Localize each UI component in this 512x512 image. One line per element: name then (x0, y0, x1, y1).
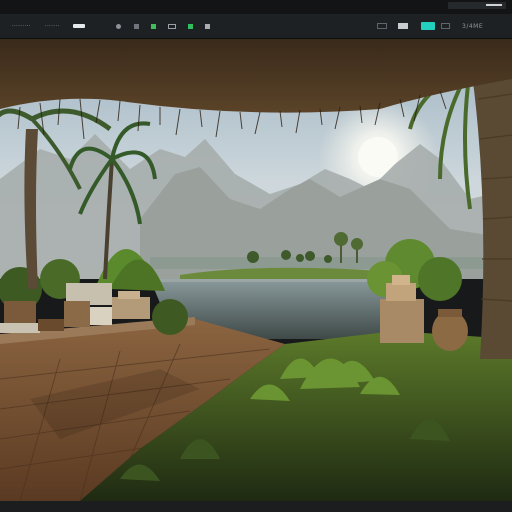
settings-tool-button[interactable] (205, 14, 210, 38)
record-button[interactable] (441, 14, 450, 38)
image-icon (168, 23, 176, 29)
menu-item-label: ······· (45, 23, 60, 29)
layout-button[interactable] (377, 14, 387, 38)
mode-label[interactable]: 3/4ME (462, 14, 483, 38)
title-strip (0, 0, 512, 14)
mode-label-text: 3/4ME (462, 22, 484, 30)
window-controls[interactable] (448, 2, 506, 9)
play-icon (421, 22, 435, 30)
foliage-icon (188, 23, 193, 29)
menu-item-edit[interactable]: ······· (45, 14, 60, 38)
menu-item-label: ········· (12, 23, 31, 29)
window-indicator (486, 4, 502, 6)
move-tool-button[interactable] (134, 14, 139, 38)
menu-item-file[interactable]: ········· (12, 14, 31, 38)
toolbar: ········· ······· 3/4ME (0, 14, 512, 39)
terrain-tool-button[interactable] (151, 14, 156, 38)
foliage-tool-button[interactable] (188, 14, 193, 38)
toggle-icon (73, 24, 85, 28)
terrain-icon (151, 23, 156, 29)
mode-toggle-button[interactable] (73, 14, 85, 38)
record-icon (441, 23, 450, 29)
scene-viewport[interactable] (0, 39, 512, 501)
pointer-icon (116, 23, 121, 29)
image-tool-button[interactable] (168, 14, 176, 38)
move-icon (134, 23, 139, 29)
settings-icon (205, 23, 210, 29)
view-icon (398, 23, 408, 29)
status-bar (0, 501, 512, 512)
view-button[interactable] (398, 14, 408, 38)
select-tool-button[interactable] (116, 14, 121, 38)
scene-render (0, 39, 512, 501)
play-button[interactable] (421, 14, 435, 38)
layout-icon (377, 23, 387, 29)
